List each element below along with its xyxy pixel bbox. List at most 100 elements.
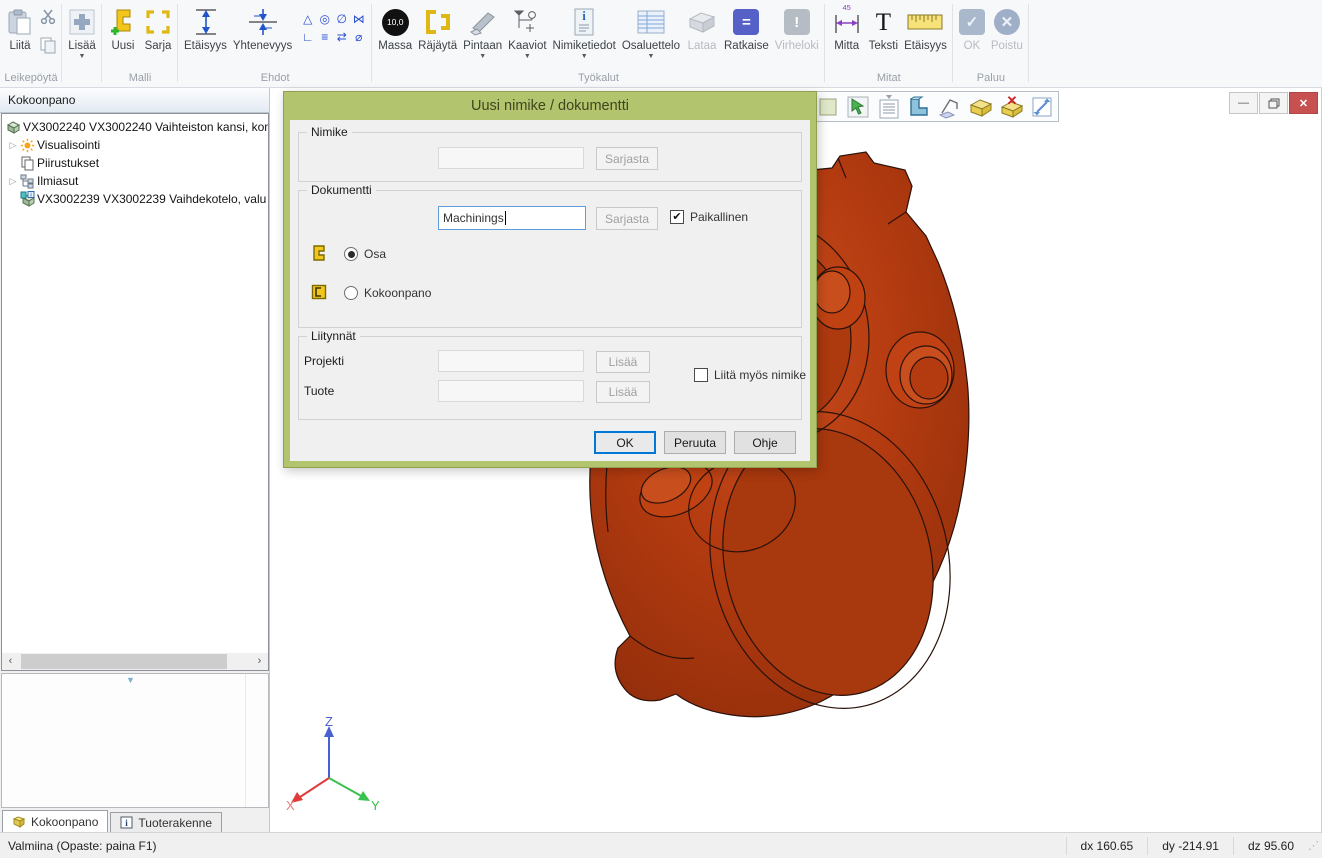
kokoonpano-radio[interactable] — [344, 286, 358, 300]
splitter-collapse-icon[interactable]: ▼ — [126, 675, 135, 685]
button-label: Etäisyys — [904, 40, 947, 53]
liita-myos-checkbox[interactable] — [694, 368, 708, 382]
schematics-icon — [512, 4, 542, 40]
nimike-input[interactable] — [438, 147, 584, 169]
projekti-label: Projekti — [304, 354, 344, 368]
assembly-option-icon — [310, 283, 328, 304]
button-label: Teksti — [869, 40, 898, 53]
secondary-panel: ▼ — [1, 673, 269, 808]
dialog-body: Nimike Sarjasta Dokumentti Machinings Sa… — [290, 120, 810, 461]
smooth-constraint-icon[interactable]: ⌀ — [350, 28, 367, 46]
ok-button[interactable]: OK — [594, 431, 656, 454]
button-label: Lisää — [68, 40, 96, 53]
paste-button[interactable]: Liitä — [3, 1, 37, 53]
tree-item-ilmiasut[interactable]: ▷ Ilmiasut — [2, 172, 268, 190]
parallel-constraint-icon[interactable]: ⇄ — [333, 28, 350, 46]
explode-icon — [423, 4, 453, 40]
surface-icon[interactable] — [937, 94, 963, 120]
peruuta-button[interactable]: Peruuta — [664, 431, 726, 454]
scroll-right-arrow[interactable]: › — [251, 653, 268, 670]
tuote-input[interactable] — [438, 380, 584, 402]
measure-distance-button[interactable]: Etäisyys — [901, 1, 950, 53]
copy-icon — [39, 36, 57, 54]
close-button[interactable]: ✕ — [1289, 92, 1318, 114]
paikallinen-row: ✔ Paikallinen — [670, 210, 748, 224]
expander-icon[interactable]: ▷ — [6, 140, 20, 151]
button-label: Pintaan — [463, 40, 502, 53]
ribbon-group-lisaa: Lisää ▼ — [62, 0, 102, 87]
group-label: Mitat — [828, 71, 950, 87]
equal-constraint-icon[interactable]: ≡ — [316, 28, 333, 46]
perpendicular-constraint-icon[interactable]: ∟ — [299, 28, 316, 46]
info-tab-icon: i — [120, 816, 133, 829]
item-info-button[interactable]: i Nimiketiedot ▼ — [550, 1, 619, 60]
scroll-left-arrow[interactable]: ‹ — [2, 653, 19, 670]
expander-icon[interactable]: ▷ — [6, 176, 20, 187]
button-label: OK — [964, 40, 981, 53]
copy-button[interactable] — [39, 36, 57, 57]
paikallinen-checkbox[interactable]: ✔ — [670, 210, 684, 224]
distance-icon — [190, 4, 220, 40]
schematics-button[interactable]: Kaaviot ▼ — [505, 1, 549, 60]
chevron-down-icon: ▼ — [581, 53, 588, 60]
group-label: Leikepöytä — [3, 71, 59, 87]
axis-triad: Z X Y — [279, 716, 383, 812]
osa-radio[interactable] — [344, 247, 358, 261]
nimike-sarjasta-button: Sarjasta — [596, 147, 658, 170]
restore-button[interactable] — [1259, 92, 1288, 114]
new-button[interactable]: Uusi — [105, 1, 141, 53]
box-tool-icon[interactable] — [968, 94, 994, 120]
group-label: Työkalut — [375, 71, 821, 87]
dokumentti-input[interactable]: Machinings — [438, 206, 586, 230]
add-button[interactable]: Lisää ▼ — [65, 1, 99, 60]
expand-view-icon[interactable] — [1030, 94, 1056, 120]
tab-tuoterakenne[interactable]: i Tuoterakenne — [110, 812, 222, 832]
concentric-constraint-icon[interactable]: ◎ — [316, 10, 333, 28]
chevron-down-icon: ▼ — [479, 53, 486, 60]
tree-item-vaihdekotelo[interactable]: i VX3002239 VX3002239 Vaihdekotelo, valu… — [2, 190, 268, 208]
symmetry-constraint-icon[interactable]: ⋈ — [350, 10, 367, 28]
tuote-label: Tuote — [304, 384, 334, 398]
to-surface-icon — [468, 4, 498, 40]
add-icon — [68, 4, 96, 40]
coincidence-button[interactable]: Yhtenevyys — [230, 1, 295, 53]
explode-button[interactable]: Räjäytä — [415, 1, 460, 53]
part-locked-icon: i — [20, 191, 37, 207]
button-label: Osaluettelo — [622, 40, 680, 53]
resize-grip[interactable]: ⋰ — [1308, 839, 1322, 852]
dimension-button[interactable]: 45 Mitta — [828, 1, 866, 53]
ohje-button[interactable]: Ohje — [734, 431, 796, 454]
tree-item-visualisointi[interactable]: ▷ Visualisointi — [2, 136, 268, 154]
part-model-icon[interactable] — [907, 94, 933, 120]
tab-kokoonpano[interactable]: Kokoonpano — [2, 810, 108, 832]
tree-horizontal-scrollbar[interactable]: ‹ › — [2, 653, 268, 670]
x-axis-label: X — [286, 798, 295, 812]
dialog-title[interactable]: Uusi nimike / dokumentti — [284, 92, 816, 120]
tree-item-piirustukset[interactable]: Piirustukset — [2, 154, 268, 172]
select-in-box-icon[interactable] — [846, 94, 872, 120]
mass-button[interactable]: 10,0 Massa — [375, 1, 415, 53]
minimize-button[interactable]: — — [1229, 92, 1258, 114]
tree-item-root[interactable]: VX3002240 VX3002240 Vaihteiston kansi, k… — [2, 118, 268, 136]
tangent-constraint-icon[interactable]: ∅ — [333, 10, 350, 28]
status-message: Valmiina (Opaste: paina F1) — [0, 839, 1066, 853]
angle-constraint-icon[interactable]: △ — [299, 10, 316, 28]
series-button[interactable]: Sarja — [141, 1, 175, 53]
box-delete-icon[interactable]: ✕ — [999, 94, 1025, 120]
text-button[interactable]: T Teksti — [866, 1, 901, 53]
distance-constraint-button[interactable]: Etäisyys — [181, 1, 230, 53]
dz-readout: dz 95.60 — [1233, 837, 1308, 855]
parts-list-button[interactable]: Osaluettelo ▼ — [619, 1, 683, 60]
group-label: Paluu — [956, 71, 1026, 87]
projekti-input[interactable] — [438, 350, 584, 372]
to-surface-button[interactable]: Pintaan ▼ — [460, 1, 505, 60]
visualization-icon — [20, 138, 37, 153]
cut-button[interactable] — [39, 8, 57, 28]
mass-icon: 10,0 — [382, 4, 409, 40]
notes-list-icon[interactable] — [876, 94, 902, 120]
hidden-tool-icon[interactable] — [815, 94, 841, 120]
ribbon-group-paluu: ✓ OK ✕ Poistu Paluu — [953, 0, 1029, 87]
solve-button[interactable]: = Ratkaise — [721, 1, 772, 53]
restore-icon — [1268, 98, 1280, 109]
scrollbar-thumb[interactable] — [21, 654, 227, 669]
